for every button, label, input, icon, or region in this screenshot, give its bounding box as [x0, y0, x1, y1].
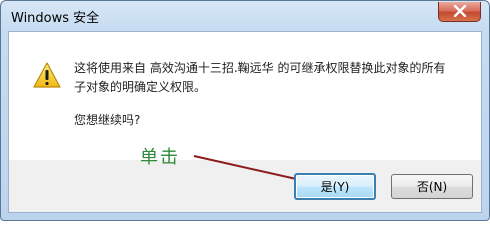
- yes-button[interactable]: 是(Y): [294, 173, 376, 200]
- dialog-window: Windows 安全 这将使用来自 高效沟通十三招.鞠远华 的可继承权限替换此对…: [0, 0, 490, 221]
- no-button[interactable]: 否(N): [391, 174, 473, 199]
